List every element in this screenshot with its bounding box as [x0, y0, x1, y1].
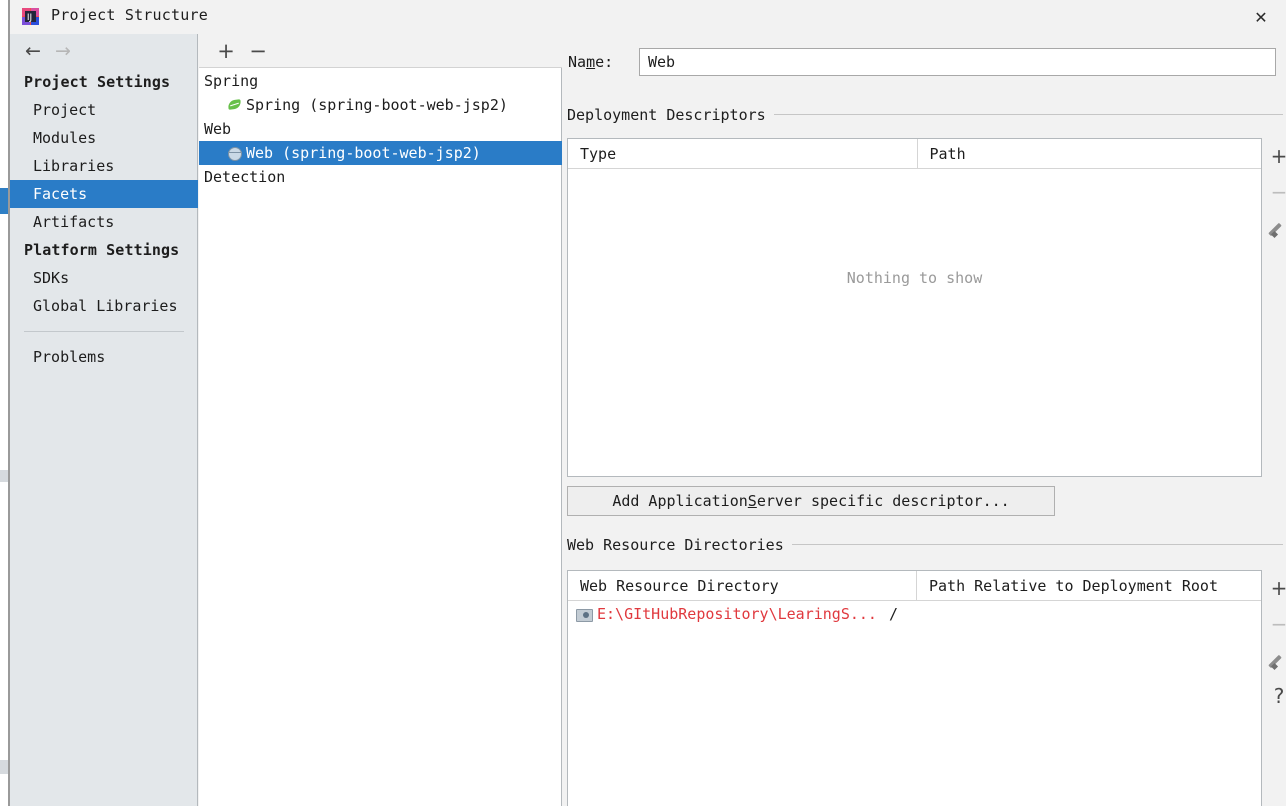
facets-panel: + − Spring Spring (spring-boot-web-jsp2)… — [199, 34, 562, 806]
minus-icon[interactable]: − — [1263, 606, 1286, 642]
deployment-descriptors-title: Deployment Descriptors — [567, 106, 774, 124]
table-header: Type Path — [568, 138, 1262, 169]
table-row[interactable]: E:\GItHubRepository\LearingS... / — [568, 601, 1261, 626]
column-header-path-relative[interactable]: Path Relative to Deployment Root — [917, 571, 1261, 601]
name-label: Name: — [568, 53, 614, 71]
pencil-glyph — [1271, 220, 1286, 236]
tree-item-label: Spring (spring-boot-web-jsp2) — [246, 96, 508, 114]
sidebar-section-platform-settings: Platform Settings — [24, 241, 180, 259]
facets-toolbar: + − — [199, 34, 562, 68]
column-header-type[interactable]: Type — [568, 139, 917, 169]
tree-group-label: Web — [204, 120, 232, 138]
add-application-server-descriptor-button[interactable]: Add Application Server specific descript… — [567, 486, 1055, 516]
sidebar-item-project[interactable]: Project — [10, 96, 198, 124]
sidebar-item-modules[interactable]: Modules — [10, 124, 198, 152]
tree-item-web-facet[interactable]: Web (spring-boot-web-jsp2) — [199, 141, 562, 165]
web-globe-icon — [226, 145, 244, 161]
tree-item-spring-facet[interactable]: Spring (spring-boot-web-jsp2) — [199, 93, 562, 117]
sidebar-item-sdks[interactable]: SDKs — [10, 264, 198, 292]
tree-group-label: Detection — [204, 168, 286, 186]
sidebar-item-artifacts[interactable]: Artifacts — [10, 208, 198, 236]
deployment-descriptors-table: Type Path Nothing to show — [567, 138, 1262, 477]
sidebar-section-project-settings: Project Settings — [24, 73, 171, 91]
sidebar-item-facets[interactable]: Facets — [10, 180, 198, 208]
window-title: Project Structure — [51, 6, 208, 24]
pencil-glyph — [1271, 652, 1286, 668]
facets-tree: Spring Spring (spring-boot-web-jsp2) Web… — [199, 69, 562, 189]
question-mark-icon[interactable]: ? — [1263, 678, 1286, 714]
relative-path-value: / — [888, 604, 898, 623]
column-header-path[interactable]: Path — [918, 139, 1262, 169]
table-header: Web Resource Directory Path Relative to … — [568, 570, 1261, 601]
plus-icon[interactable]: + — [213, 38, 239, 64]
sidebar-divider — [24, 331, 184, 332]
project-structure-dialog-root: IJ Project Structure ✕ ← → Project Setti… — [0, 0, 1286, 806]
name-row: Name: Web — [568, 48, 1282, 78]
web-resource-directories-title: Web Resource Directories — [567, 536, 792, 554]
sidebar-item-problems[interactable]: Problems — [10, 343, 198, 371]
plus-icon[interactable]: + — [1263, 138, 1286, 174]
web-resource-directory-value: E:\GItHubRepository\LearingS... — [597, 604, 877, 623]
pencil-icon[interactable] — [1263, 210, 1286, 246]
folder-module-icon — [576, 607, 593, 622]
tree-group-web[interactable]: Web — [199, 117, 562, 141]
settings-sidebar: ← → Project Settings Project Modules Lib… — [10, 34, 198, 806]
spring-leaf-icon — [226, 97, 244, 113]
web-resource-directories-actions: + − ? — [1263, 570, 1286, 714]
deployment-descriptors-actions: + − — [1263, 138, 1286, 246]
background-ide-sliver — [0, 0, 9, 806]
tree-group-detection[interactable]: Detection — [199, 165, 562, 189]
sidebar-item-list: Project Settings Project Modules Librari… — [10, 68, 198, 371]
pencil-icon[interactable] — [1263, 642, 1286, 678]
arrow-right-icon[interactable]: → — [51, 40, 75, 62]
title-bar: IJ Project Structure ✕ — [10, 0, 1286, 34]
minus-icon[interactable]: − — [245, 38, 271, 64]
empty-state-message: Nothing to show — [846, 269, 983, 287]
plus-icon[interactable]: + — [1263, 570, 1286, 606]
tree-item-label: Web (spring-boot-web-jsp2) — [246, 144, 481, 162]
web-resource-directories-table: Web Resource Directory Path Relative to … — [567, 570, 1262, 806]
tree-group-label: Spring — [204, 72, 259, 90]
arrow-left-icon[interactable]: ← — [21, 40, 45, 62]
minus-icon[interactable]: − — [1263, 174, 1286, 210]
tree-group-spring[interactable]: Spring — [199, 69, 562, 93]
svg-text:IJ: IJ — [27, 13, 32, 23]
intellij-idea-icon: IJ — [22, 8, 39, 25]
sidebar-nav-toolbar: ← → — [10, 34, 198, 68]
sidebar-item-global-libraries[interactable]: Global Libraries — [10, 292, 198, 320]
sidebar-item-libraries[interactable]: Libraries — [10, 152, 198, 180]
facet-detail-pane: Name: Web Deployment Descriptors Type Pa… — [563, 34, 1286, 806]
close-icon[interactable]: ✕ — [1241, 1, 1281, 33]
name-input[interactable]: Web — [639, 48, 1276, 76]
column-header-web-resource-directory[interactable]: Web Resource Directory — [568, 571, 916, 601]
dialog-window: IJ Project Structure ✕ ← → Project Setti… — [9, 0, 1286, 806]
